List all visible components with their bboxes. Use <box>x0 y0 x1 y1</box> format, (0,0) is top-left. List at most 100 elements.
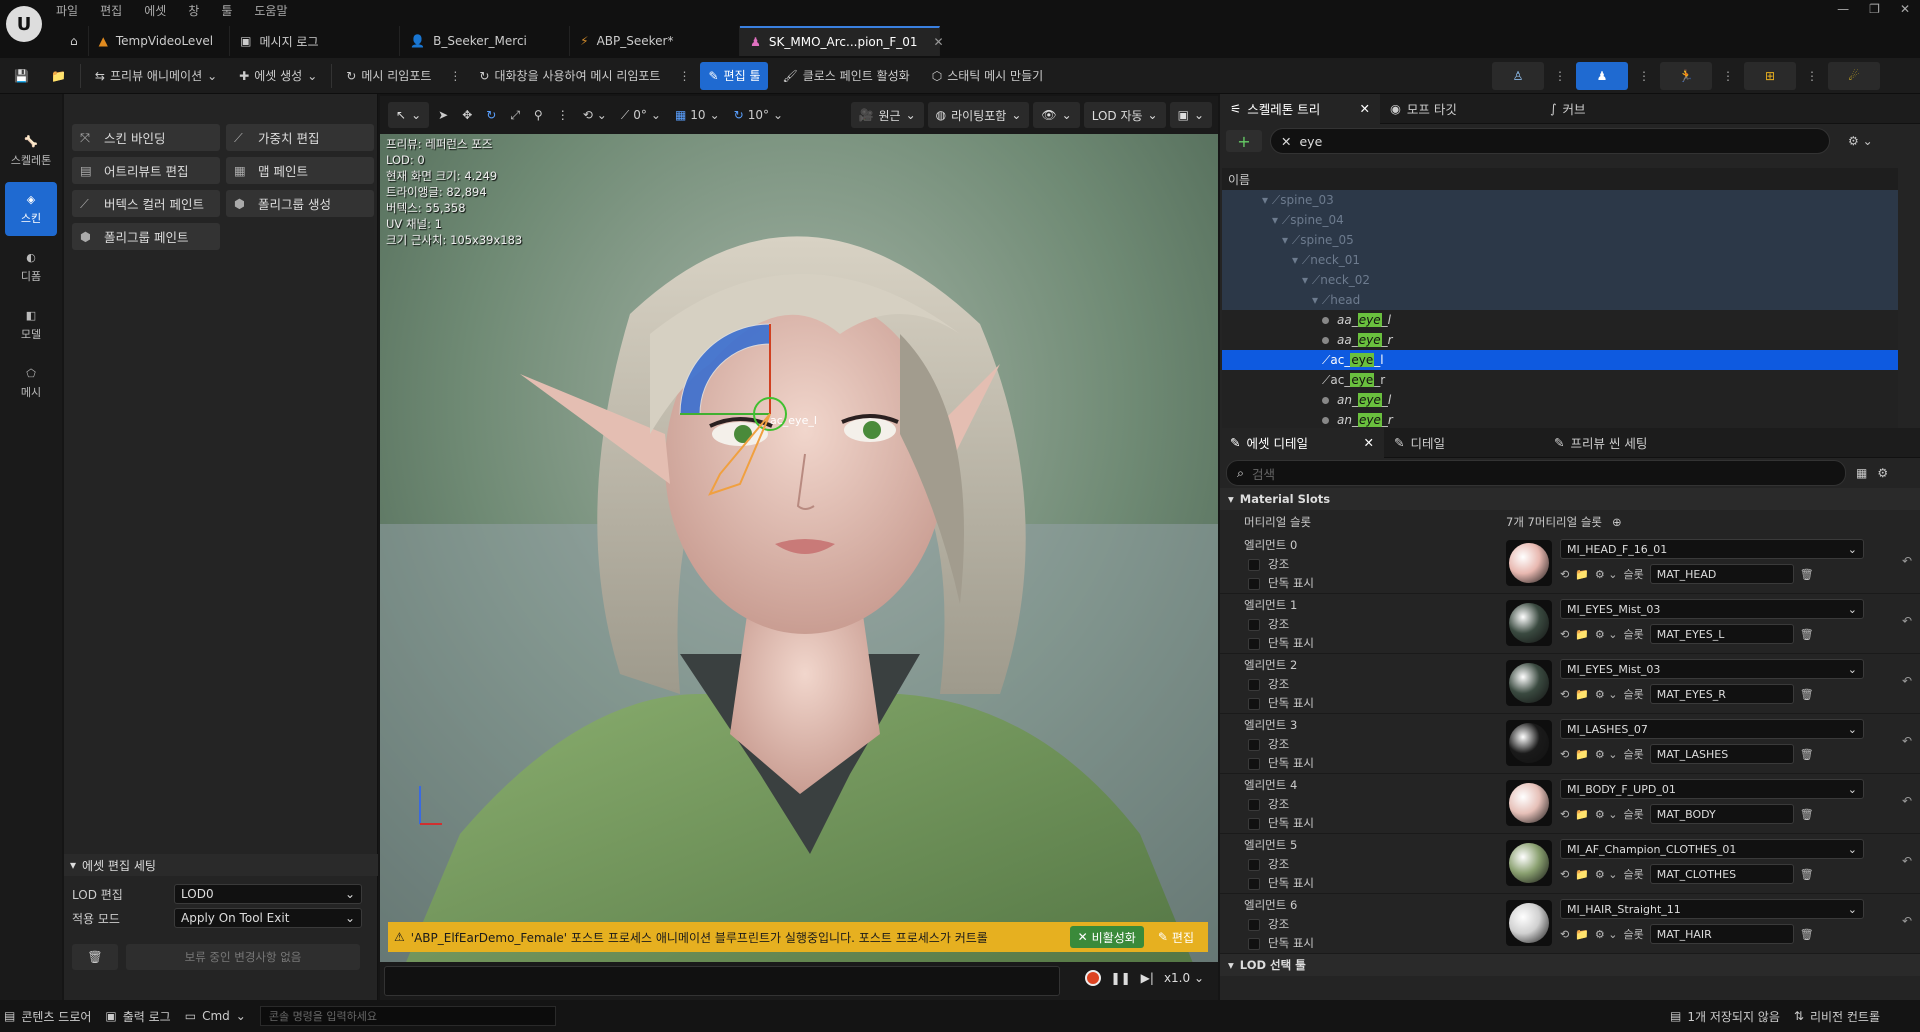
skin-binding-button[interactable]: ⤧ 스킨 바인딩 <box>72 124 220 151</box>
select-mode-button[interactable]: ↖ ⌄ <box>388 102 430 128</box>
perspective-button[interactable]: 🎥 원근 ⌄ <box>850 102 924 128</box>
tab-curve[interactable]: ∫ 커브 <box>1540 94 1596 124</box>
use-selected-icon[interactable]: ⟲ <box>1560 868 1569 881</box>
menu-file[interactable]: 파일 <box>56 2 78 19</box>
material-dropdown[interactable]: MI_EYES_Mist_03 ⌄ <box>1560 599 1864 619</box>
isolate-checkbox[interactable] <box>1248 877 1260 890</box>
table-view-icon[interactable]: ▦ <box>1856 466 1867 480</box>
use-selected-icon[interactable]: ⟲ <box>1560 628 1569 641</box>
speed-dropdown[interactable]: x1.0 ⌄ <box>1164 971 1204 985</box>
tab-preview-scene[interactable]: ✎ 프리뷰 씬 세팅 <box>1544 428 1657 458</box>
material-thumbnail[interactable] <box>1506 840 1552 886</box>
tab-asset-details[interactable]: ✎ 에셋 디테일 ✕ <box>1220 427 1384 458</box>
tab-abp-seeker[interactable]: ⚡ ABP_Seeker* <box>570 26 741 56</box>
tree-row[interactable]: ▾ ⟋ spine_03 <box>1222 190 1898 210</box>
slot-name-input[interactable]: MAT_EYES_R <box>1649 684 1794 704</box>
highlight-checkbox[interactable] <box>1248 858 1260 871</box>
slot-name-input[interactable]: MAT_LASHES <box>1649 744 1794 764</box>
slot-name-input[interactable]: MAT_EYES_L <box>1649 624 1794 644</box>
mode-model[interactable]: ◧ 모델 <box>5 298 57 352</box>
preview-animation-button[interactable]: ⇆ 프리뷰 애니메이션 ⌄ <box>87 62 225 90</box>
options-icon[interactable]: ⚙ ⌄ <box>1595 748 1618 761</box>
pending-changes-button[interactable]: 보류 중인 변경사항 없음 <box>126 944 360 970</box>
reset-arrow-icon[interactable]: ↶ <box>1902 614 1912 628</box>
blueprint-mode-button[interactable]: ⊞ <box>1744 61 1796 90</box>
more-options-icon[interactable]: ⋮ <box>1718 69 1738 83</box>
tab-temp-video-level[interactable]: ▲ TempVideoLevel <box>89 26 231 56</box>
more-options-icon[interactable]: ⋮ <box>1634 69 1654 83</box>
tree-row[interactable]: ⟋ ac_ eye _r <box>1222 370 1898 390</box>
discard-button[interactable]: 🗑 <box>72 944 118 970</box>
physics-mode-button[interactable]: ☄ <box>1828 61 1880 90</box>
select-tool-button[interactable]: ➤ <box>433 102 453 128</box>
maximize-icon[interactable]: ❐ <box>1869 2 1880 16</box>
minimize-icon[interactable]: — <box>1837 2 1849 16</box>
apply-mode-dropdown[interactable]: Apply On Tool Exit ⌄ <box>174 908 362 928</box>
asset-settings-header[interactable]: ▾ 에셋 편집 세팅 <box>64 854 378 876</box>
menu-help[interactable]: 도움말 <box>254 2 287 19</box>
animation-mode-button[interactable]: 🏃 <box>1660 61 1712 90</box>
home-tab[interactable]: ⌂ <box>60 26 89 56</box>
step-forward-icon[interactable]: ▶| <box>1141 971 1154 985</box>
reimport-mesh-button[interactable]: ↻ 메시 리임포트 <box>338 62 439 90</box>
options-icon[interactable]: ⚙ ⌄ <box>1595 868 1618 881</box>
reset-arrow-icon[interactable]: ↶ <box>1902 554 1912 568</box>
material-thumbnail[interactable] <box>1506 720 1552 766</box>
use-selected-icon[interactable]: ⟲ <box>1560 688 1569 701</box>
save-icon[interactable]: 💾 <box>6 62 37 90</box>
reset-arrow-icon[interactable]: ↶ <box>1902 914 1912 928</box>
material-thumbnail[interactable] <box>1506 900 1552 946</box>
browse-icon[interactable]: 📁 <box>1575 868 1589 881</box>
content-drawer-button[interactable]: ▤ 콘텐츠 드로어 <box>4 1008 91 1025</box>
highlight-checkbox[interactable] <box>1248 798 1260 811</box>
menu-tools[interactable]: 툴 <box>221 2 232 19</box>
tree-row[interactable]: aa_ eye _r <box>1222 330 1898 350</box>
isolate-checkbox[interactable] <box>1248 697 1260 710</box>
material-thumbnail[interactable] <box>1506 540 1552 586</box>
menu-window[interactable]: 창 <box>188 2 199 19</box>
tab-morph-target[interactable]: ◉ 모프 타깃 <box>1380 94 1540 124</box>
record-icon[interactable] <box>1084 970 1101 986</box>
close-icon[interactable]: ✕ <box>1360 101 1370 116</box>
browse-icon[interactable]: 📁 <box>43 62 74 90</box>
material-dropdown[interactable]: MI_LASHES_07 ⌄ <box>1560 719 1864 739</box>
angle-snap-button[interactable]: ⟋ 0° ⌄ <box>616 102 666 128</box>
vertex-color-paint-button[interactable]: ⟋ 버텍스 컬러 페인트 <box>72 190 220 217</box>
bone-expand-icon[interactable]: ▾ ⟋ <box>1282 233 1300 248</box>
weight-edit-button[interactable]: ⟋ 가중치 편집 <box>226 124 374 151</box>
trash-icon[interactable]: 🗑 <box>1800 808 1814 821</box>
settings-gear-icon[interactable]: ⚙ ⌄ <box>1848 134 1873 148</box>
material-dropdown[interactable]: MI_BODY_F_UPD_01 ⌄ <box>1560 779 1864 799</box>
options-icon[interactable]: ⚙ ⌄ <box>1595 628 1618 641</box>
material-thumbnail[interactable] <box>1506 780 1552 826</box>
edit-tool-button[interactable]: ✎ 편집 툴 <box>700 61 769 90</box>
output-log-button[interactable]: ▣ 출력 로그 <box>105 1008 170 1025</box>
more-options-icon[interactable]: ⋮ <box>674 69 694 83</box>
tree-row[interactable]: an_ eye _l <box>1222 390 1898 410</box>
make-static-mesh-button[interactable]: ⬡ 스태틱 메시 만들기 <box>924 62 1051 90</box>
close-icon[interactable]: ✕ <box>1364 435 1374 450</box>
tree-row[interactable]: ⟋ ac_ eye _l <box>1222 350 1898 370</box>
coordinate-button[interactable]: ⟲ ⌄ <box>578 102 612 128</box>
transform-more-button[interactable]: ⋮ <box>552 102 574 128</box>
highlight-checkbox[interactable] <box>1248 918 1260 931</box>
highlight-checkbox[interactable] <box>1248 678 1260 691</box>
skeleton-mode-button[interactable]: ♙ <box>1492 61 1544 90</box>
browse-icon[interactable]: 📁 <box>1575 568 1589 581</box>
trash-icon[interactable]: 🗑 <box>1800 748 1814 761</box>
tree-row[interactable]: ▾ ⟋ spine_04 <box>1222 210 1898 230</box>
trash-icon[interactable]: 🗑 <box>1800 928 1814 941</box>
mode-skin[interactable]: ◈ 스킨 <box>5 182 57 236</box>
lighting-button[interactable]: ◍ 라이팅포함 ⌄ <box>927 102 1030 128</box>
highlight-checkbox[interactable] <box>1248 558 1260 571</box>
material-thumbnail[interactable] <box>1506 660 1552 706</box>
attribute-edit-button[interactable]: ▤ 어트리뷰트 편집 <box>72 157 220 184</box>
slot-name-input[interactable]: MAT_HEAD <box>1649 564 1794 584</box>
material-dropdown[interactable]: MI_HEAD_F_16_01 ⌄ <box>1560 539 1864 559</box>
revision-control-button[interactable]: ⇅ 리비전 컨트롤 <box>1794 1008 1880 1025</box>
use-selected-icon[interactable]: ⟲ <box>1560 928 1569 941</box>
material-slots-header[interactable]: ▾ Material Slots <box>1220 488 1920 510</box>
material-dropdown[interactable]: MI_AF_Champion_CLOTHES_01 ⌄ <box>1560 839 1864 859</box>
menu-asset[interactable]: 에셋 <box>144 2 166 19</box>
lod-picker-header[interactable]: ▾ LOD 선택 툴 <box>1220 954 1920 976</box>
